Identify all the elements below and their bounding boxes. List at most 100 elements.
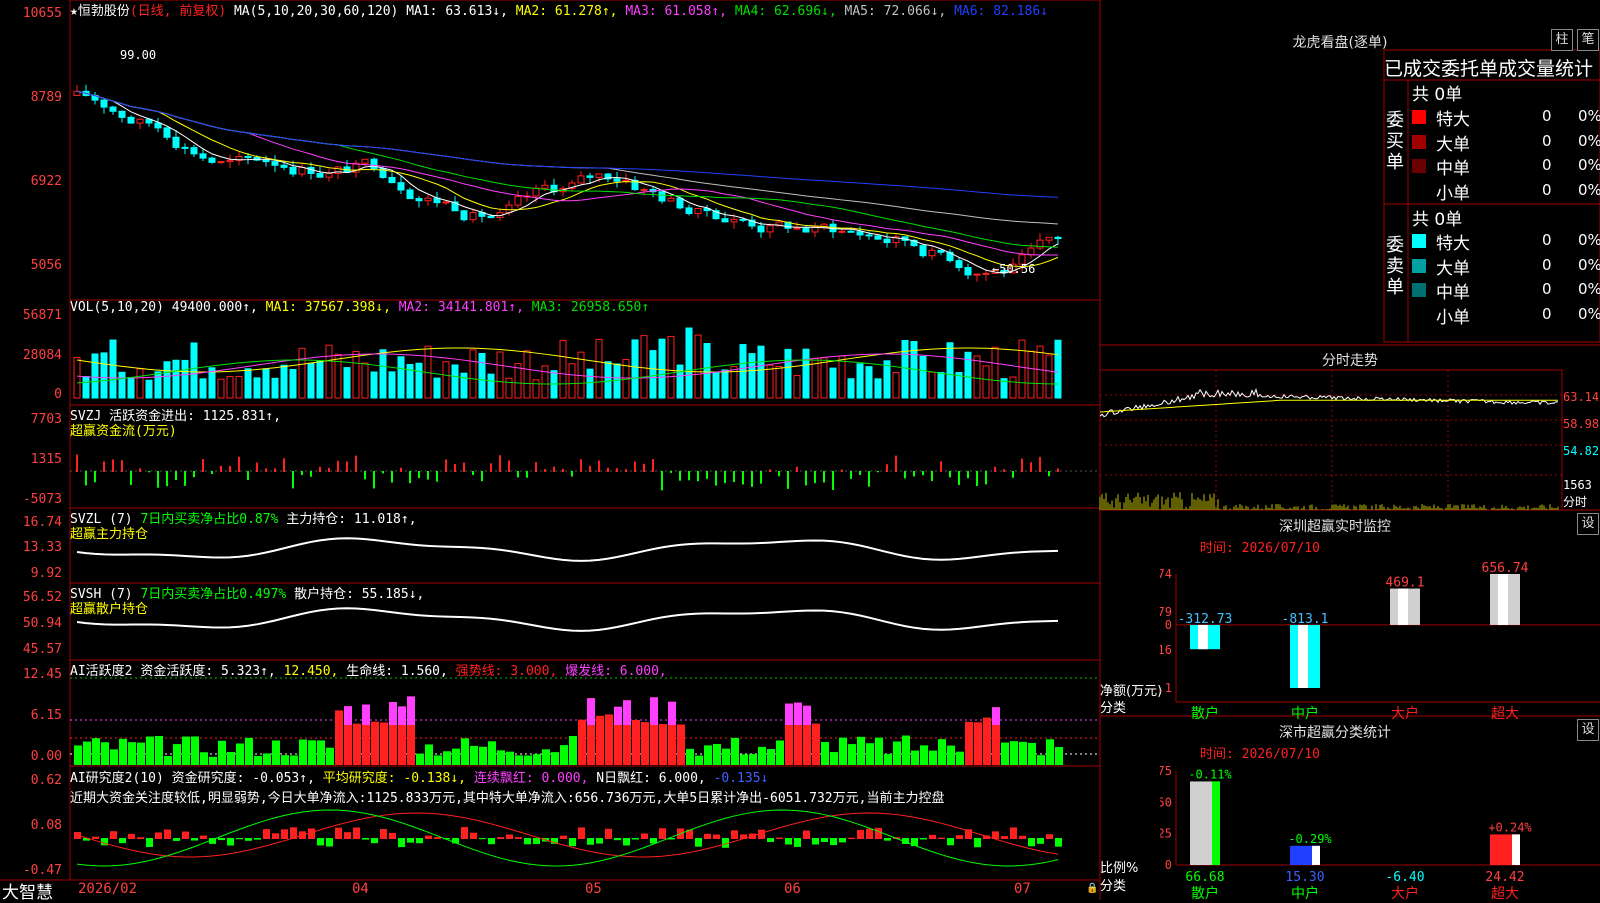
svzj-bar — [778, 471, 780, 477]
candle-body — [730, 218, 738, 223]
ai2-bar — [839, 838, 846, 843]
sz-bar-highlight-3 — [1498, 574, 1508, 625]
vol-bar — [676, 364, 684, 399]
ai1-bar — [1046, 739, 1054, 765]
chart-mode[interactable]: (日线, 前复权) — [130, 4, 226, 19]
ai2-bar — [245, 838, 252, 841]
sz-classify-settings-button[interactable]: 设 — [1577, 719, 1599, 741]
ai1-bar — [812, 723, 820, 765]
sz-category-1: 中户 — [1291, 705, 1319, 720]
svzj-bar — [895, 455, 897, 472]
vol-bar — [667, 335, 675, 399]
svzj-bar — [490, 463, 492, 472]
vol-bar — [442, 361, 450, 399]
ai1-bar — [497, 750, 505, 765]
ai2-bar — [659, 828, 666, 839]
candle-body — [802, 227, 810, 233]
lock-icon[interactable]: 🔒 — [1086, 883, 1098, 894]
buy-swatch-2 — [1412, 159, 1426, 173]
svzj-bar — [805, 471, 807, 486]
vol-ma-label-0: MA1: 37567.398↓, — [265, 300, 399, 315]
svzj-bar — [121, 460, 123, 472]
svzj-bar — [850, 471, 852, 479]
svzl-value: 主力持仓: 11.018↑, — [286, 512, 417, 527]
buy-name-2: 中单 — [1436, 159, 1470, 179]
intraday-vol: 1563 — [1563, 478, 1592, 492]
ai2-bar — [794, 838, 801, 847]
star-icon[interactable]: ★ — [70, 4, 78, 19]
candle-body — [541, 184, 549, 189]
candle-body — [640, 188, 648, 191]
vol-bar — [226, 376, 234, 399]
vol-bar — [748, 353, 756, 399]
vol-bar — [919, 355, 927, 399]
price-axis-label-2: 6922 — [30, 174, 62, 189]
tick-mode-button[interactable]: 笔 — [1577, 29, 1599, 51]
vol-bar — [433, 377, 441, 399]
ai1-bar — [533, 754, 541, 765]
vol-bar — [505, 377, 513, 399]
candle-body — [208, 157, 216, 163]
ma-line-2 — [76, 90, 1059, 256]
svzj-bar — [445, 459, 447, 472]
ai1-bar — [488, 741, 496, 765]
ai2-axis-label-0: 0.62 — [30, 773, 62, 788]
svzj-bar — [535, 462, 537, 472]
ai2-bar — [362, 838, 369, 840]
ai1-bar — [776, 740, 784, 765]
ai2-bar — [938, 837, 945, 839]
vol-bar — [586, 368, 594, 399]
candle-body — [937, 249, 945, 253]
ai1-bar — [1001, 742, 1009, 765]
ai2-bar — [560, 835, 567, 839]
ai1-bar — [110, 749, 118, 765]
svzj-bar — [670, 471, 672, 473]
svzj-bar — [814, 471, 816, 484]
vol-bar — [199, 378, 207, 399]
vol-bar — [946, 342, 954, 399]
svzj-bar — [418, 471, 420, 479]
candle-body — [856, 231, 864, 236]
ai1-lifeline: 生命线: 1.560, — [346, 664, 448, 679]
ai1-bar — [686, 748, 694, 765]
candle-body — [100, 99, 108, 108]
candle-body — [325, 172, 333, 178]
svzj-bar — [346, 461, 348, 472]
ai2-bar — [227, 838, 234, 846]
ai1-bar — [74, 745, 82, 765]
candle-body — [676, 197, 684, 209]
ai1-bar — [875, 737, 883, 765]
ai1-bar — [956, 751, 964, 765]
buy-pct-1: 0% — [1578, 131, 1600, 150]
ai1-bar — [506, 751, 514, 765]
candle-body — [109, 106, 117, 112]
vol-value: 49400.000↑, — [171, 300, 258, 315]
candle-body — [181, 146, 189, 149]
high-mark: 99.00 — [120, 48, 157, 62]
buy-count-2: 0 — [1542, 156, 1552, 174]
ai1-bar — [1028, 742, 1036, 765]
ai1-bar — [542, 749, 550, 765]
svzj-bar — [787, 471, 789, 489]
ai1-bar — [308, 740, 316, 765]
candle-body — [667, 197, 675, 202]
ai1-bar — [1037, 755, 1045, 765]
vol-bar — [802, 348, 810, 399]
ai2-bar — [884, 838, 891, 841]
bar-mode-button[interactable]: 柱 — [1551, 29, 1573, 51]
ai2-bar — [191, 838, 198, 841]
vol-bar — [595, 338, 603, 399]
vol-bar — [73, 357, 81, 399]
ai1-bar — [596, 715, 604, 765]
svzj-bar — [976, 471, 978, 487]
vol-bar — [766, 364, 774, 399]
ai2-bar — [1046, 834, 1053, 839]
pct-bar-highlight-1 — [1312, 845, 1320, 865]
price-axis-label-3: 5056 — [30, 258, 62, 273]
sz-axis-label-0: 656.74 — [1160, 567, 1172, 581]
ma-header: MA(5,10,20,30,60,120) — [233, 4, 399, 19]
sz-monitor-settings-button[interactable]: 设 — [1577, 513, 1599, 535]
ai1-burst-bar — [398, 706, 406, 725]
ai1-bar — [335, 710, 343, 765]
svzj-bar — [274, 468, 276, 472]
